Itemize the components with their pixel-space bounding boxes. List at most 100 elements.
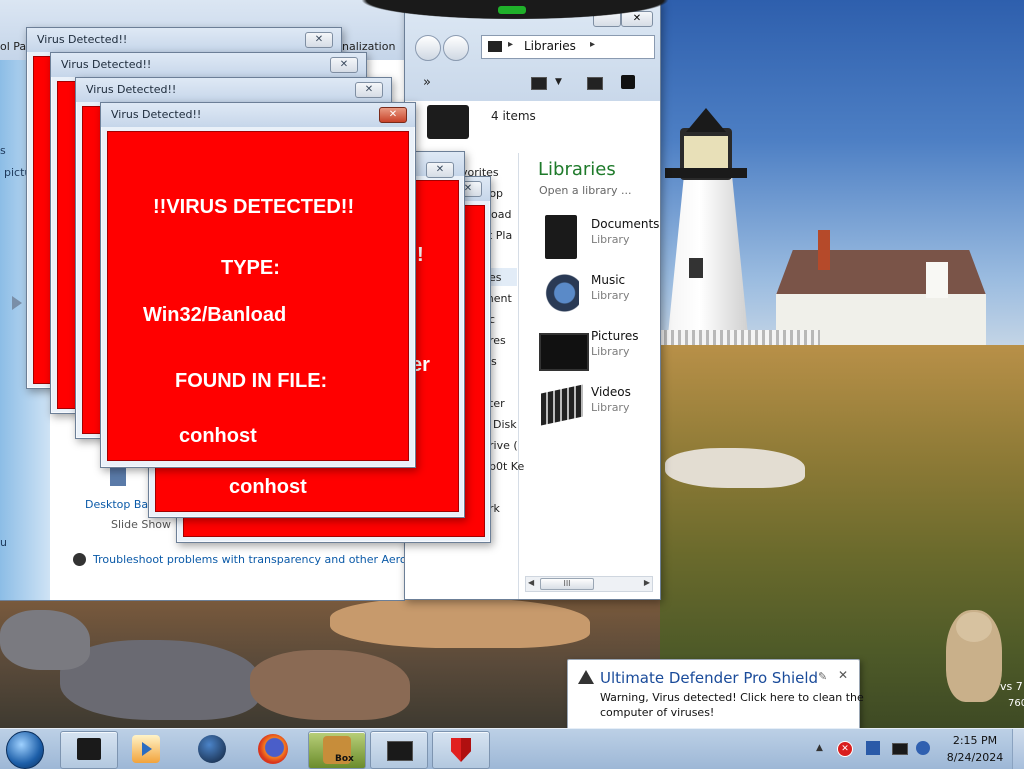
gadget-led — [498, 6, 526, 14]
popup-title: Virus Detected!! — [61, 58, 152, 71]
troubleshoot-link[interactable]: Troubleshoot problems with transparency … — [93, 553, 404, 566]
library-documents[interactable]: Documents Library — [539, 215, 659, 265]
cursor-icon — [12, 296, 22, 310]
forward-button[interactable] — [443, 35, 469, 61]
taskbar-shield-button[interactable] — [432, 731, 490, 769]
tray-display-icon[interactable] — [892, 743, 908, 755]
library-name: Videos — [591, 385, 631, 399]
library-pictures[interactable]: Pictures Library — [539, 327, 659, 377]
os-watermark-build: 7601 — [1008, 698, 1024, 709]
clock-time[interactable]: 2:15 PM — [950, 734, 1000, 747]
scroll-thumb[interactable]: III — [540, 578, 594, 590]
music-icon — [543, 273, 579, 313]
toolbar-overflow-button[interactable]: » — [423, 75, 431, 90]
alert-heading: !!VIRUS DETECTED!! — [153, 196, 355, 218]
popup-file-value: conhost — [229, 476, 307, 498]
taskbar-box-game[interactable]: Box — [308, 731, 366, 769]
library-type: Library — [591, 289, 630, 302]
nav-item-8[interactable]: s — [491, 355, 497, 368]
videos-icon — [541, 384, 583, 426]
house — [776, 250, 986, 295]
fake-antivirus-notification[interactable]: Ultimate Defender Pro Shield ✎ ✕ Warning… — [567, 659, 864, 731]
close-icon[interactable]: ✕ — [838, 668, 848, 682]
box-label: Box — [335, 754, 354, 764]
close-icon[interactable]: ✕ — [426, 162, 454, 178]
libraries-heading: Libraries — [538, 159, 616, 180]
clock-date[interactable]: 8/24/2024 — [944, 751, 1006, 764]
libraries-folder-icon — [488, 41, 502, 52]
documents-icon — [545, 215, 577, 259]
nav-item-12[interactable]: b0t Ke — [489, 460, 524, 473]
open-library-hint: Open a library ... — [539, 184, 632, 197]
slide-show-label: Slide Show — [111, 518, 172, 531]
library-name: Music — [591, 273, 626, 287]
taskbar-media-player[interactable] — [132, 735, 160, 763]
nav-item-10[interactable]: Disk — [493, 418, 517, 431]
scroll-right-icon[interactable]: ▶ — [644, 578, 650, 587]
file-value: conhost — [179, 425, 257, 447]
window-icon — [387, 741, 413, 761]
library-name: Documents — [591, 217, 660, 231]
libraries-icon — [77, 738, 101, 760]
popup-title: Virus Detected!! — [111, 108, 202, 121]
item-count: 4 items — [491, 109, 536, 123]
alert-body — [107, 131, 409, 461]
view-options-icon[interactable] — [531, 77, 547, 90]
library-type: Library — [591, 345, 630, 358]
found-in-file-label: FOUND IN FILE: — [175, 370, 328, 392]
library-type: Library — [591, 401, 630, 414]
popup-exclaim: ! — [417, 244, 424, 266]
close-icon[interactable]: ✕ — [305, 32, 333, 48]
start-button[interactable] — [6, 731, 44, 769]
sidebar-text-fragment: s — [0, 144, 6, 157]
close-icon[interactable]: ✕ — [379, 107, 407, 123]
tray-network-icon[interactable] — [866, 741, 880, 755]
tray-alert-icon[interactable]: ✕ — [837, 741, 853, 757]
os-watermark: vs 7 — [1000, 680, 1023, 693]
close-icon[interactable]: ✕ — [330, 57, 358, 73]
close-icon[interactable]: ✕ — [355, 82, 383, 98]
notification-title: Ultimate Defender Pro Shield — [600, 669, 819, 687]
troubleshoot-icon — [73, 553, 86, 566]
taskbar-globe[interactable] — [198, 735, 226, 763]
horizontal-scrollbar[interactable]: ◀ III ▶ — [525, 576, 653, 592]
notification-message-line2: computer of viruses! — [600, 706, 715, 719]
breadcrumb-chevron-icon[interactable]: ▸ — [590, 39, 595, 50]
options-icon[interactable]: ✎ — [818, 670, 827, 683]
type-label: TYPE: — [221, 257, 280, 279]
scroll-left-icon[interactable]: ◀ — [528, 578, 534, 587]
nav-item-9[interactable]: ter — [489, 397, 505, 410]
virus-popup-main[interactable]: Virus Detected!! ✕ !!VIRUS DETECTED!! TY… — [100, 102, 416, 468]
popup-title: Virus Detected!! — [86, 83, 177, 96]
nav-item-7[interactable]: res — [489, 334, 506, 347]
slide-show-thumb[interactable] — [110, 466, 126, 486]
breadcrumb-libraries[interactable]: Libraries — [524, 39, 576, 53]
show-desktop-button[interactable] — [1012, 729, 1024, 769]
warning-icon — [578, 670, 594, 684]
type-value: Win32/Banload — [143, 304, 287, 326]
breadcrumb-separator-icon: ▸ — [508, 39, 514, 50]
control-panel-breadcrumb: ol Pa — [0, 40, 27, 53]
taskbar-window-button[interactable] — [370, 731, 428, 769]
firefox-icon[interactable] — [258, 734, 288, 764]
library-music[interactable]: Music Library — [539, 271, 659, 321]
sidebar-text-fragment-3: u — [0, 536, 7, 549]
back-button[interactable] — [415, 35, 441, 61]
shield-icon — [451, 738, 471, 762]
library-videos[interactable]: Videos Library — [539, 383, 659, 433]
show-hidden-icons-button[interactable]: ▲ — [816, 743, 823, 753]
address-bar[interactable]: ▸ Libraries ▸ — [481, 35, 655, 59]
nav-item-11[interactable]: rive ( — [489, 439, 518, 452]
desktop-background-link[interactable]: Desktop Bac — [85, 498, 154, 511]
popup-title: Virus Detected!! — [37, 33, 128, 46]
help-icon[interactable] — [621, 75, 635, 89]
pictures-icon — [539, 333, 589, 371]
library-type: Library — [591, 233, 630, 246]
play-icon — [142, 742, 152, 756]
view-dropdown-icon[interactable]: ▼ — [555, 77, 562, 87]
preview-pane-icon[interactable] — [587, 77, 603, 90]
taskbar: Box ▲ ✕ 2:15 PM 8/24/2024 — [0, 728, 1024, 769]
tray-volume-icon[interactable] — [916, 741, 930, 755]
taskbar-libraries-button[interactable] — [60, 731, 118, 769]
library-name: Pictures — [591, 329, 639, 343]
